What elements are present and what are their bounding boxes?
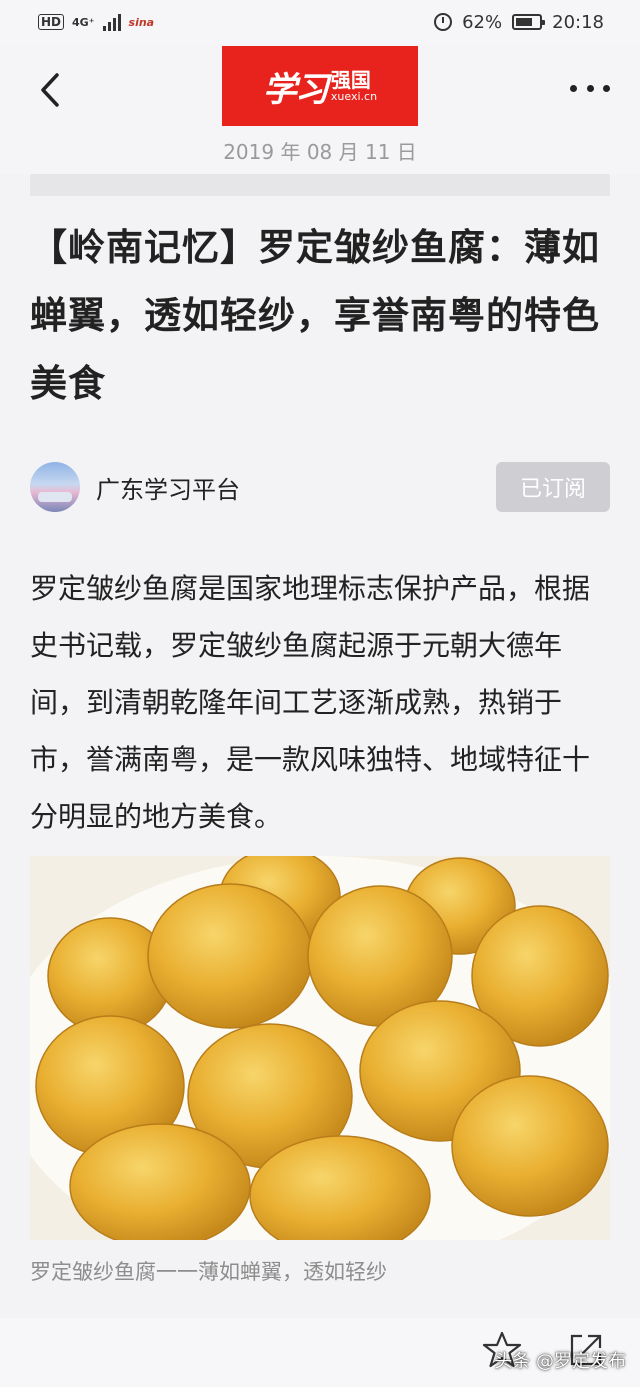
logo-qiangguo: 强国 [330, 68, 371, 92]
logo-right: 强国 xuexi.cn [331, 69, 377, 103]
more-dot-icon [586, 84, 594, 92]
watermark: 头条 @罗定发布 [494, 1351, 626, 1372]
logo-url: xuexi.cn [330, 90, 378, 103]
hd-badge: HD [38, 14, 65, 30]
battery-percent: 62% [462, 11, 503, 33]
bottom-bar: 头条 @罗定发布 [0, 1318, 640, 1387]
xuexi-logo: 学习 强国 xuexi.cn [222, 46, 418, 126]
weibo-icon: sina [128, 15, 155, 29]
header-divider [30, 174, 610, 196]
publish-date: 2019 年 08 月 11 日 [223, 140, 417, 164]
status-left: HD 4G⁺ sina [38, 13, 154, 31]
status-right: 62% 20:18 [434, 12, 604, 33]
back-button[interactable] [30, 68, 70, 112]
more-dot-icon [570, 84, 577, 92]
fish-tofu-photo [30, 856, 610, 1240]
more-button[interactable] [570, 78, 610, 98]
network-type: 4G⁺ [72, 15, 95, 29]
subscribe-button[interactable]: 已订阅 [496, 462, 610, 512]
author-row: 广东学习平台 已订阅 [30, 460, 610, 514]
battery-icon [512, 14, 546, 30]
article-title: 【岭南记忆】罗定皱纱鱼腐：薄如蝉翼，透如轻纱，享誉南粤的特色美食 [30, 226, 600, 405]
article-image[interactable] [30, 856, 610, 1240]
chevron-left-icon [41, 73, 59, 107]
avatar[interactable] [30, 462, 80, 512]
image-caption: 罗定皱纱鱼腐一一薄如蝉翼，透如轻纱 [30, 1260, 387, 1284]
author-name[interactable]: 广东学习平台 [96, 470, 240, 505]
logo-script: 学习 [262, 69, 329, 110]
clock: 20:18 [552, 11, 604, 33]
article-body: 罗定皱纱鱼腐是国家地理标志保护产品，根据史书记载，罗定皱纱鱼腐起源于元朝大德年间… [30, 572, 591, 833]
more-dot-icon [603, 84, 610, 92]
alarm-icon [434, 13, 453, 31]
status-bar: HD 4G⁺ sina 62% 20:18 [0, 0, 640, 44]
header: 学习 强国 xuexi.cn 2019 年 08 月 11 日 [0, 44, 640, 174]
signal-icon [102, 13, 121, 31]
